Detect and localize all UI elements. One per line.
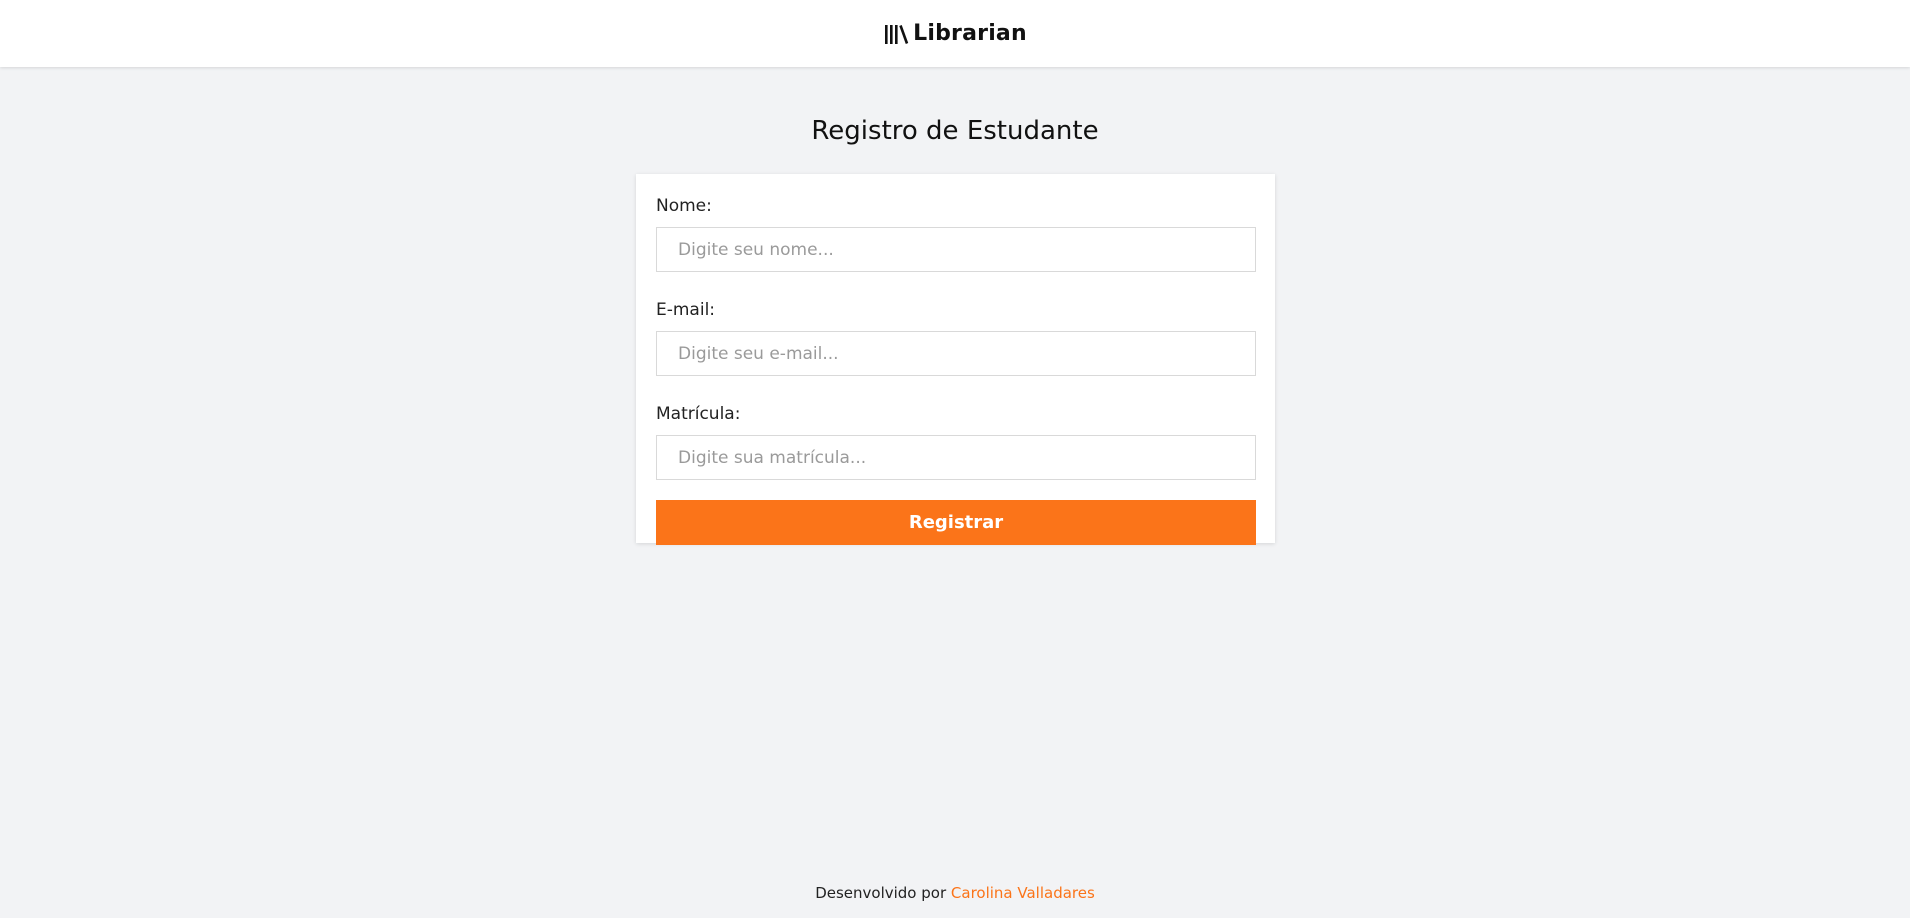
- name-input[interactable]: [656, 227, 1256, 272]
- email-input[interactable]: [656, 331, 1256, 376]
- page-footer: Desenvolvido por Carolina Valladares: [0, 884, 1910, 902]
- registration-number-input[interactable]: [656, 435, 1256, 480]
- name-label: Nome:: [656, 196, 712, 216]
- footer-credit-text: Desenvolvido por: [815, 884, 947, 902]
- library-icon: [883, 21, 909, 47]
- app-header: Librarian: [0, 0, 1910, 67]
- brand-logo[interactable]: Librarian: [883, 21, 1027, 47]
- author-link[interactable]: Carolina Valladares: [951, 884, 1095, 902]
- email-label: E-mail:: [656, 300, 716, 320]
- student-registration-form: Nome: E-mail: Matrícula: Registrar: [636, 174, 1275, 545]
- register-button[interactable]: Registrar: [656, 500, 1256, 545]
- registration-number-label: Matrícula:: [656, 404, 741, 424]
- brand-name: Librarian: [913, 21, 1027, 46]
- page-title: Registro de Estudante: [811, 116, 1099, 146]
